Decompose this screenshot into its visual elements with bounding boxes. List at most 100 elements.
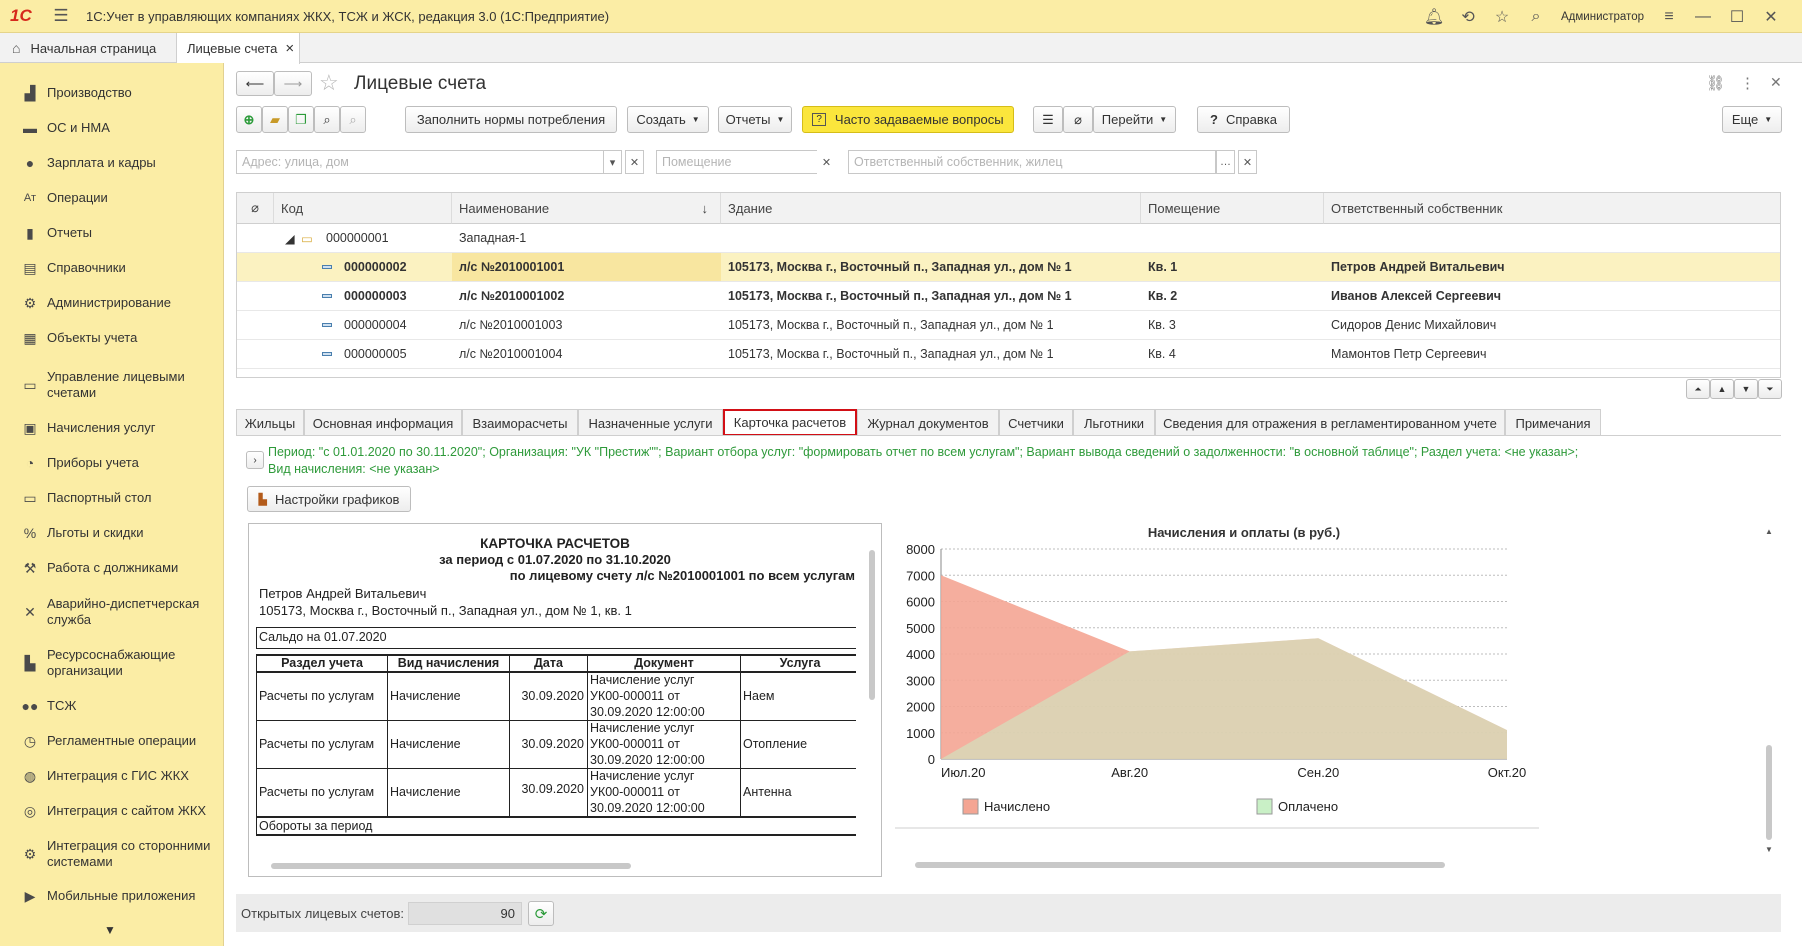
- copy-button[interactable]: ❐: [288, 106, 314, 133]
- user-name[interactable]: Администратор: [1553, 11, 1652, 23]
- room-filter-input[interactable]: Помещение: [656, 150, 836, 174]
- add-button[interactable]: ⊕: [236, 106, 262, 133]
- fill-norms-button[interactable]: Заполнить нормы потребления: [405, 106, 617, 133]
- sidebar-item-site[interactable]: ◎ Интеграция с сайтом ЖКХ: [0, 801, 224, 821]
- link-icon[interactable]: ⛓: [1706, 74, 1725, 92]
- reports-button[interactable]: Отчеты ▼: [718, 106, 792, 133]
- back-button[interactable]: ⟵: [236, 71, 274, 96]
- address-dropdown-icon[interactable]: ▾: [603, 150, 622, 174]
- sidebar-item-meters[interactable]: ◔ Приборы учета: [0, 453, 224, 473]
- sidebar-item-gis[interactable]: ◍ Интеграция с ГИС ЖКХ: [0, 766, 224, 786]
- table-row[interactable]: 000000005 л/с №2010001004 105173, Москва…: [237, 340, 1780, 369]
- sidebar-item-benefits[interactable]: % Льготы и скидки: [0, 523, 224, 543]
- room-clear-icon[interactable]: ✕: [817, 150, 836, 174]
- address-filter-input[interactable]: Адрес: улица, дом: [236, 150, 622, 174]
- scroll-top-button[interactable]: ⏶: [1686, 379, 1710, 399]
- column-header-code[interactable]: Код: [274, 193, 452, 224]
- scroll-down-button[interactable]: ▼: [1734, 379, 1758, 399]
- create-button[interactable]: Создать ▼: [627, 106, 709, 133]
- tab-regulated-accounting[interactable]: Сведения для отражения в регламентирован…: [1155, 409, 1505, 436]
- chart-settings-button[interactable]: ▙ Настройки графиков: [247, 486, 411, 512]
- settings-menu-icon[interactable]: ≡: [1652, 8, 1686, 26]
- cancel-find-button[interactable]: ⌕: [340, 106, 366, 133]
- expand-settings-button[interactable]: ›: [246, 451, 264, 469]
- close-tab-icon[interactable]: ×: [285, 40, 294, 57]
- faq-button[interactable]: ? Часто задаваемые вопросы: [802, 106, 1014, 133]
- scroll-up-button[interactable]: ▲: [1710, 379, 1734, 399]
- tab-accounts[interactable]: Лицевые счета ×: [176, 33, 300, 64]
- tab-residents[interactable]: Жильцы: [236, 409, 304, 436]
- sidebar-item-emergency[interactable]: ✕ Аварийно-диспетчерская служба: [0, 595, 224, 629]
- tab-settlements[interactable]: Взаиморасчеты: [462, 409, 578, 436]
- attachment-column-icon[interactable]: ⌀: [237, 193, 274, 224]
- table-row[interactable]: 000000003 л/с №2010001002 105173, Москва…: [237, 282, 1780, 311]
- favorite-star-icon[interactable]: ☆: [319, 70, 339, 96]
- expand-icon[interactable]: ◢: [285, 224, 295, 252]
- history-icon[interactable]: ⟲: [1451, 7, 1485, 27]
- sidebar-item-accounts-management[interactable]: ▭ Управление лицевыми счетами: [0, 368, 224, 402]
- sidebar-item-integration[interactable]: ⚙ Интеграция со сторонними системами: [0, 837, 224, 871]
- sidebar-item-suppliers[interactable]: ▙ Ресурсоснабжающие организации: [0, 646, 224, 680]
- add-group-button[interactable]: ▰: [262, 106, 288, 133]
- column-header-owner[interactable]: Ответственный собственник: [1324, 193, 1780, 224]
- owner-select-icon[interactable]: …: [1216, 150, 1235, 174]
- sidebar-item-scheduled[interactable]: ◷ Регламентные операции: [0, 731, 224, 751]
- help-button[interactable]: ? Справка: [1197, 106, 1290, 133]
- close-form-icon[interactable]: ✕: [1770, 74, 1782, 91]
- minimize-icon[interactable]: —: [1686, 8, 1720, 26]
- sidebar-item-production[interactable]: ▟ Производство: [0, 83, 224, 103]
- sidebar-item-catalogs[interactable]: ▤ Справочники: [0, 258, 224, 278]
- sidebar-item-administration[interactable]: ⚙ Администрирование: [0, 293, 224, 313]
- scroll-bottom-button[interactable]: ⏷: [1758, 379, 1782, 399]
- more-button[interactable]: Еще ▼: [1722, 106, 1782, 133]
- tab-main-info[interactable]: Основная информация: [304, 409, 462, 436]
- close-window-icon[interactable]: ✕: [1754, 7, 1788, 27]
- forward-button[interactable]: ⟶: [274, 71, 312, 96]
- report-settings-line1[interactable]: Период: "с 01.01.2020 по 30.11.2020"; Ор…: [268, 445, 1578, 459]
- favorites-icon[interactable]: ☆: [1485, 7, 1519, 27]
- report-settings-line2[interactable]: Вид начисления: <не указан>: [268, 462, 440, 476]
- find-button[interactable]: ⌕: [314, 106, 340, 133]
- sidebar-item-mobile[interactable]: ▶ Мобильные приложения: [0, 886, 224, 906]
- column-header-room[interactable]: Помещение: [1141, 193, 1324, 224]
- tab-home[interactable]: ⌂ Начальная страница: [0, 33, 176, 63]
- goto-button[interactable]: Перейти ▼: [1093, 106, 1176, 133]
- chart-hscroll[interactable]: [899, 861, 1759, 869]
- tab-assigned-services[interactable]: Назначенные услуги: [578, 409, 723, 436]
- report-hscroll[interactable]: [259, 862, 849, 870]
- tab-accounts-label: Лицевые счета: [187, 41, 278, 56]
- sidebar-item-charges[interactable]: ▣ Начисления услуг: [0, 418, 224, 438]
- sidebar-item-objects[interactable]: ▦ Объекты учета: [0, 328, 224, 348]
- main-menu-icon[interactable]: ☰: [46, 6, 76, 26]
- refresh-button[interactable]: ⟳: [528, 901, 554, 926]
- search-icon[interactable]: ⌕: [1519, 8, 1553, 26]
- tab-calculation-card[interactable]: Карточка расчетов: [723, 409, 857, 436]
- table-row[interactable]: 000000002 л/с №2010001001 105173, Москва…: [237, 253, 1780, 282]
- tab-notes[interactable]: Примечания: [1505, 409, 1601, 436]
- table-group-row[interactable]: ◢ ▭ 000000001 Западная-1: [237, 224, 1780, 253]
- table-row[interactable]: 000000004 л/с №2010001003 105173, Москва…: [237, 311, 1780, 340]
- notifications-icon[interactable]: 🔔︎: [1417, 7, 1451, 27]
- sidebar-item-operations[interactable]: Ат Операции: [0, 188, 224, 208]
- sidebar-item-hoa[interactable]: ●● ТСЖ: [0, 696, 224, 716]
- owner-filter-input[interactable]: Ответственный собственник, жилец: [848, 150, 1216, 174]
- column-header-name[interactable]: Наименование ↓: [452, 193, 721, 224]
- sidebar-item-fixed-assets[interactable]: ▬ ОС и НМА: [0, 118, 224, 138]
- list-view-button[interactable]: ☰: [1033, 106, 1063, 133]
- attach-button[interactable]: ⌀: [1063, 106, 1093, 133]
- sidebar-scroll-down-icon[interactable]: ▼: [104, 923, 116, 937]
- maximize-icon[interactable]: ☐: [1720, 7, 1754, 27]
- column-header-building[interactable]: Здание: [721, 193, 1141, 224]
- more-vertical-icon[interactable]: ⋮: [1740, 74, 1755, 92]
- sidebar-item-passport[interactable]: ▭ Паспортный стол: [0, 488, 224, 508]
- tab-meters[interactable]: Счетчики: [999, 409, 1073, 436]
- address-clear-icon[interactable]: ✕: [625, 150, 644, 174]
- sidebar-item-salary[interactable]: ● Зарплата и кадры: [0, 153, 224, 173]
- owner-clear-icon[interactable]: ✕: [1238, 150, 1257, 174]
- report-vscroll[interactable]: [868, 530, 876, 860]
- tab-beneficiaries[interactable]: Льготники: [1073, 409, 1155, 436]
- sidebar-item-debtors[interactable]: ⚒ Работа с должниками: [0, 558, 224, 578]
- chart-vscroll[interactable]: ▲ ▼: [1765, 523, 1773, 854]
- tab-documents-journal[interactable]: Журнал документов: [857, 409, 999, 436]
- sidebar-item-reports[interactable]: ▮ Отчеты: [0, 223, 224, 243]
